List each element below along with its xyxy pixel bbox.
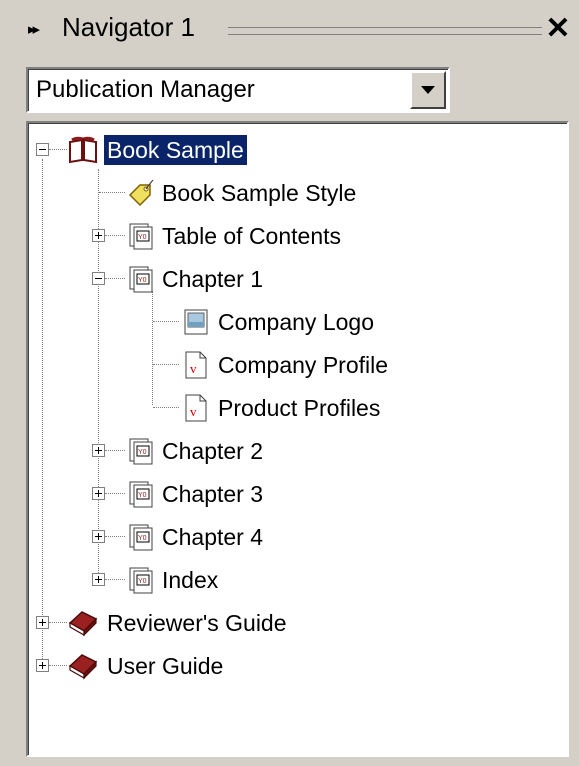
view-selector-dropdown[interactable]: Publication Manager — [26, 67, 450, 113]
tree-node-index[interactable]: Y0 Index — [28, 565, 428, 605]
closed-book-icon — [68, 609, 98, 637]
panel-titlebar: ▸▸ Navigator 1 ✕ — [0, 0, 579, 56]
tree-node-label: Chapter 1 — [162, 266, 264, 292]
tree-node-product-profiles[interactable]: v Product Profiles — [28, 393, 478, 433]
tag-icon — [126, 179, 154, 207]
tree-node-book-sample[interactable]: Book Sample — [28, 135, 328, 175]
close-icon[interactable]: ✕ — [543, 13, 573, 45]
chapter-doc-icon: Y0 — [128, 265, 156, 293]
collapse-arrows-icon[interactable]: ▸▸ — [28, 20, 40, 38]
tree-line — [105, 579, 125, 580]
v-document-icon: v — [182, 351, 210, 379]
tree-node-chapter-4[interactable]: Y0 Chapter 4 — [28, 522, 428, 562]
tree-node-user-guide[interactable]: User Guide — [28, 651, 428, 691]
tree-node-chapter-1[interactable]: Y0 Chapter 1 — [28, 264, 428, 304]
svg-text:Y0: Y0 — [138, 449, 147, 456]
image-file-icon — [182, 308, 210, 336]
tree-line — [105, 493, 125, 494]
svg-text:v: v — [190, 404, 197, 419]
svg-text:Y0: Y0 — [138, 578, 147, 585]
chapter-doc-icon: Y0 — [128, 437, 156, 465]
panel-title: Navigator 1 — [62, 12, 195, 42]
tree-node-label: Index — [162, 567, 219, 593]
expand-toggle-icon[interactable] — [92, 487, 105, 500]
tree-node-label: Chapter 4 — [162, 524, 264, 550]
tree-node-label: Chapter 2 — [162, 438, 264, 464]
expand-toggle-icon[interactable] — [92, 444, 105, 457]
open-book-icon — [68, 136, 97, 164]
tree-line — [153, 407, 179, 408]
tree-node-label: Product Profiles — [218, 395, 381, 421]
drag-grip[interactable] — [228, 27, 542, 35]
tree-line — [105, 278, 125, 279]
chevron-down-icon — [421, 86, 435, 94]
expand-toggle-icon[interactable] — [92, 573, 105, 586]
tree-line — [105, 450, 125, 451]
svg-text:v: v — [190, 361, 197, 376]
tree-line — [49, 149, 67, 150]
collapse-toggle-icon[interactable] — [36, 143, 49, 156]
svg-text:Y0: Y0 — [138, 234, 147, 241]
tree-node-chapter-2[interactable]: Y0 Chapter 2 — [28, 436, 428, 476]
svg-text:Y0: Y0 — [138, 535, 147, 542]
chapter-doc-icon: Y0 — [128, 566, 156, 594]
expand-toggle-icon[interactable] — [36, 659, 49, 672]
publication-tree[interactable]: Book Sample Book Sample Style Y0 Table o… — [26, 121, 569, 757]
tree-line — [99, 192, 125, 193]
tree-line — [49, 622, 67, 623]
svg-text:Y0: Y0 — [138, 492, 147, 499]
tree-node-label: User Guide — [107, 653, 224, 679]
closed-book-icon — [68, 652, 98, 680]
chapter-doc-icon: Y0 — [128, 480, 156, 508]
tree-node-company-profile[interactable]: v Company Profile — [28, 350, 478, 390]
tree-node-label: Table of Contents — [162, 223, 342, 249]
tree-node-reviewers-guide[interactable]: Reviewer's Guide — [28, 608, 428, 648]
dropdown-selected-value: Publication Manager — [36, 76, 255, 103]
dropdown-arrow-button[interactable] — [410, 71, 446, 109]
expand-toggle-icon[interactable] — [92, 530, 105, 543]
svg-text:Y0: Y0 — [138, 277, 147, 284]
tree-node-label: Chapter 3 — [162, 481, 264, 507]
expand-toggle-icon[interactable] — [36, 616, 49, 629]
tree-line — [153, 364, 179, 365]
chapter-doc-icon: Y0 — [128, 222, 156, 250]
tree-node-company-logo[interactable]: Company Logo — [28, 307, 478, 347]
tree-node-chapter-3[interactable]: Y0 Chapter 3 — [28, 479, 428, 519]
chapter-doc-icon: Y0 — [128, 523, 156, 551]
tree-node-label: Company Logo — [218, 309, 374, 335]
tree-node-label: Book Sample — [104, 135, 247, 165]
tree-node-label: Reviewer's Guide — [107, 610, 287, 636]
collapse-toggle-icon[interactable] — [92, 272, 105, 285]
tree-node-book-sample-style[interactable]: Book Sample Style — [28, 178, 428, 218]
v-document-icon: v — [182, 394, 210, 422]
tree-node-table-of-contents[interactable]: Y0 Table of Contents — [28, 221, 428, 261]
tree-line — [105, 536, 125, 537]
tree-node-label: Book Sample Style — [162, 180, 357, 206]
expand-toggle-icon[interactable] — [92, 229, 105, 242]
tree-line — [105, 235, 125, 236]
tree-line — [49, 665, 67, 666]
tree-node-label: Company Profile — [218, 352, 389, 378]
tree-line — [153, 321, 179, 322]
